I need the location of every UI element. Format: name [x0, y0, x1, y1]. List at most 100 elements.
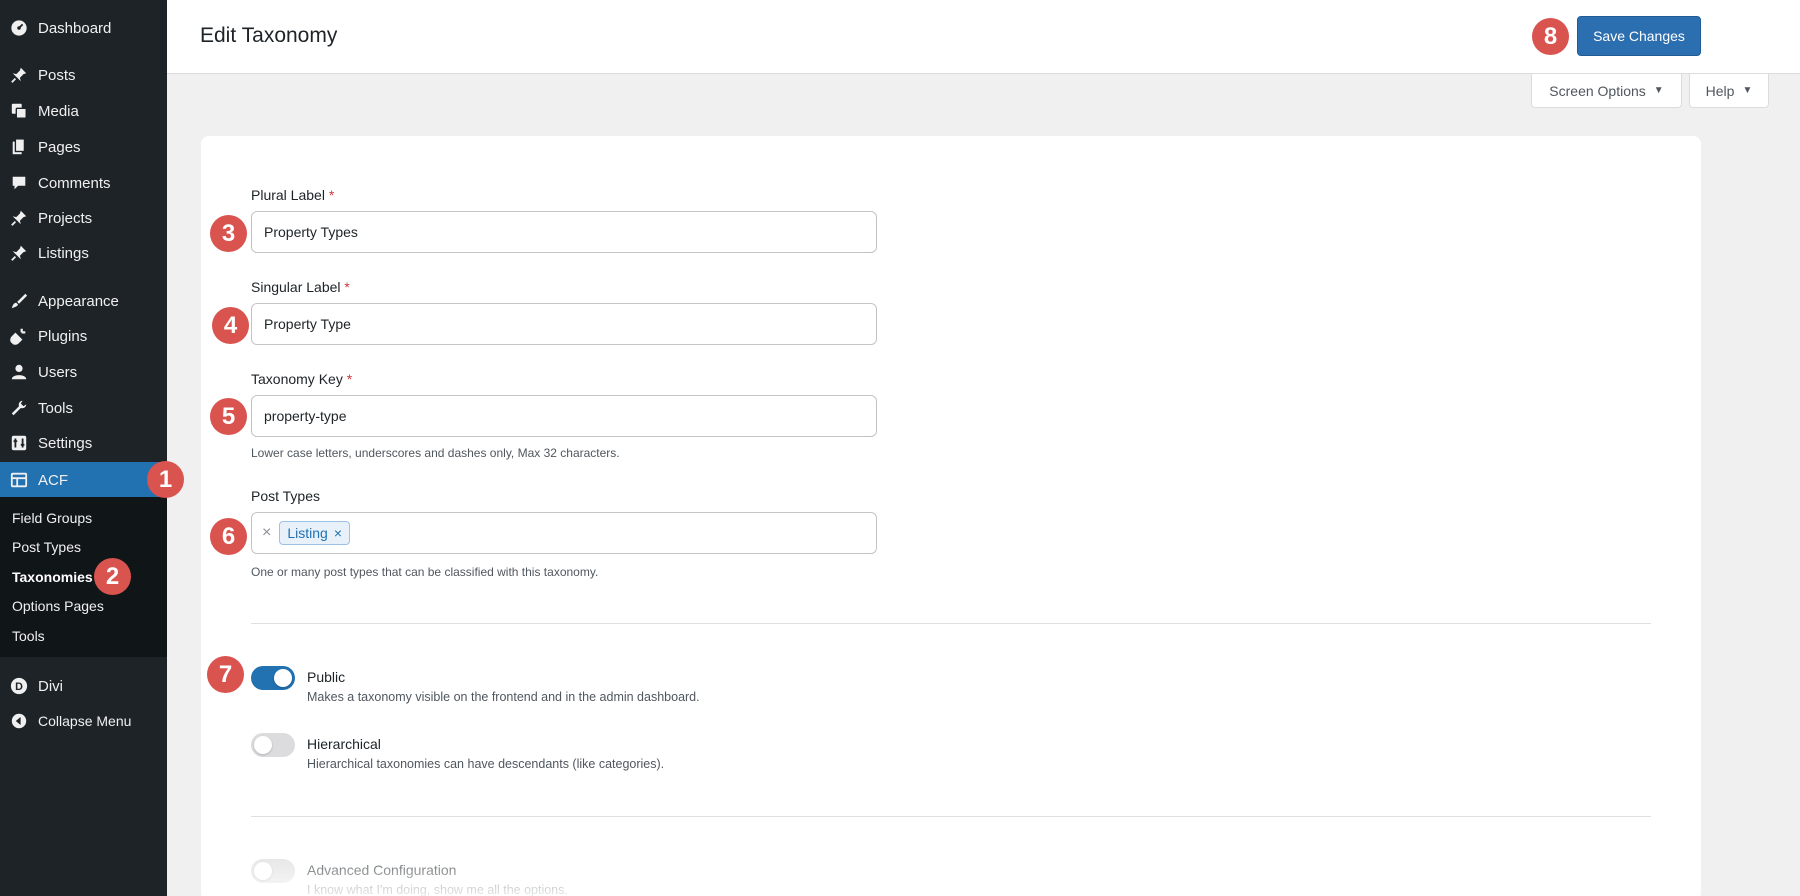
- menu-label: Posts: [38, 66, 76, 84]
- svg-text:D: D: [15, 681, 23, 693]
- menu-comments[interactable]: Comments: [0, 166, 167, 200]
- submenu-post-types[interactable]: Post Types: [12, 539, 81, 555]
- screen-options-label: Screen Options: [1549, 82, 1646, 99]
- screen-options-button[interactable]: Screen Options ▼: [1531, 74, 1682, 108]
- dashboard-icon: [9, 18, 29, 38]
- remove-tag-icon[interactable]: ×: [334, 525, 342, 541]
- menu-label: Collapse Menu: [38, 713, 132, 729]
- menu-plugins[interactable]: Plugins: [0, 319, 167, 353]
- taxonomy-key-value: property-type: [264, 408, 347, 424]
- help-label: Help: [1705, 82, 1735, 99]
- page-title: Edit Taxonomy: [200, 24, 338, 47]
- menu-projects[interactable]: Projects: [0, 201, 167, 235]
- user-icon: [9, 362, 29, 382]
- menu-label: ACF: [38, 471, 68, 489]
- save-button[interactable]: Save Changes: [1577, 16, 1701, 56]
- menu-label: Plugins: [38, 327, 88, 345]
- settings-icon: [9, 433, 29, 453]
- annotation-marker: 4: [212, 307, 249, 344]
- plural-label-value: Property Types: [264, 224, 358, 240]
- post-types-heading: Post Types: [251, 488, 321, 504]
- post-types-help: One or many post types that can be class…: [251, 565, 599, 579]
- menu-acf[interactable]: ACF: [0, 462, 167, 498]
- caret-down-icon: ▼: [1742, 85, 1753, 96]
- menu-label: Listings: [38, 244, 89, 262]
- menu-pages[interactable]: Pages: [0, 130, 167, 164]
- post-types-select[interactable]: × Listing ×: [251, 512, 877, 554]
- section-divider: [251, 816, 1651, 817]
- menu-divi[interactable]: D Divi: [0, 669, 167, 703]
- caret-down-icon: ▼: [1653, 85, 1664, 96]
- toggle-knob: [254, 862, 272, 880]
- singular-label-value: Property Type: [264, 316, 351, 332]
- menu-appearance[interactable]: Appearance: [0, 284, 167, 318]
- plural-label-input[interactable]: Property Types: [251, 211, 877, 253]
- post-type-tag: Listing ×: [279, 521, 350, 545]
- pin-icon: [9, 208, 29, 228]
- annotation-marker: 8: [1532, 18, 1569, 55]
- taxonomy-settings-panel: Plural Label * Property Types Singular L…: [201, 136, 1701, 896]
- singular-label-text: Singular Label: [251, 279, 341, 295]
- advanced-config-title: Advanced Configuration: [307, 862, 457, 878]
- menu-listings[interactable]: Listings: [0, 236, 167, 270]
- annotation-marker: 7: [207, 656, 244, 693]
- menu-settings[interactable]: Settings: [0, 426, 167, 460]
- required-mark: *: [346, 371, 353, 387]
- hierarchical-title: Hierarchical: [307, 736, 381, 752]
- admin-sidebar: Dashboard Posts Media Pages Comments Pro…: [0, 0, 167, 896]
- taxonomy-key-help: Lower case letters, underscores and dash…: [251, 446, 620, 460]
- menu-label: Pages: [38, 138, 81, 156]
- advanced-config-description: I know what I'm doing, show me all the o…: [307, 883, 568, 896]
- taxonomy-key-input[interactable]: property-type: [251, 395, 877, 437]
- post-type-tag-label: Listing: [287, 525, 328, 541]
- submenu-field-groups[interactable]: Field Groups: [12, 510, 92, 526]
- menu-label: Media: [38, 102, 79, 120]
- submenu-options-pages[interactable]: Options Pages: [12, 598, 104, 614]
- clear-selection-icon[interactable]: ×: [262, 524, 271, 542]
- help-button[interactable]: Help ▼: [1689, 74, 1769, 108]
- pin-icon: [9, 243, 29, 263]
- media-icon: [9, 101, 29, 121]
- menu-label: Settings: [38, 434, 93, 452]
- annotation-marker: 6: [210, 518, 247, 555]
- collapse-icon: [9, 711, 29, 731]
- public-toggle[interactable]: [251, 666, 295, 690]
- menu-tools[interactable]: Tools: [0, 391, 167, 425]
- plural-label-text: Plural Label: [251, 187, 325, 203]
- toggle-knob: [254, 736, 272, 754]
- hierarchical-description: Hierarchical taxonomies can have descend…: [307, 757, 665, 771]
- singular-label-input[interactable]: Property Type: [251, 303, 877, 345]
- toggle-knob: [274, 669, 292, 687]
- section-divider: [251, 623, 1651, 624]
- menu-label: Tools: [38, 399, 74, 417]
- plug-icon: [9, 326, 29, 346]
- singular-label-heading: Singular Label *: [251, 279, 350, 295]
- required-mark: *: [328, 187, 335, 203]
- menu-label: Divi: [38, 677, 63, 695]
- pin-icon: [9, 65, 29, 85]
- required-mark: *: [344, 279, 350, 295]
- comment-icon: [9, 173, 29, 193]
- pages-icon: [9, 137, 29, 157]
- menu-collapse[interactable]: Collapse Menu: [0, 704, 167, 738]
- menu-dashboard[interactable]: Dashboard: [0, 11, 167, 45]
- hierarchical-toggle[interactable]: [251, 733, 295, 757]
- acf-icon: [9, 470, 29, 490]
- menu-posts[interactable]: Posts: [0, 58, 167, 92]
- divi-icon: D: [9, 676, 29, 696]
- menu-label: Users: [38, 363, 78, 381]
- menu-label: Projects: [38, 209, 93, 227]
- menu-media[interactable]: Media: [0, 94, 167, 128]
- advanced-config-toggle[interactable]: [251, 859, 295, 883]
- menu-users[interactable]: Users: [0, 355, 167, 389]
- taxonomy-key-text: Taxonomy Key: [251, 371, 343, 387]
- annotation-marker: 2: [94, 558, 131, 595]
- submenu-taxonomies[interactable]: Taxonomies: [12, 569, 93, 585]
- public-description: Makes a taxonomy visible on the frontend…: [307, 690, 700, 704]
- annotation-marker: 5: [210, 398, 247, 435]
- plural-label-heading: Plural Label *: [251, 187, 334, 203]
- menu-label: Comments: [38, 174, 111, 192]
- annotation-marker: 1: [147, 461, 184, 498]
- brush-icon: [9, 291, 29, 311]
- submenu-tools[interactable]: Tools: [12, 628, 45, 644]
